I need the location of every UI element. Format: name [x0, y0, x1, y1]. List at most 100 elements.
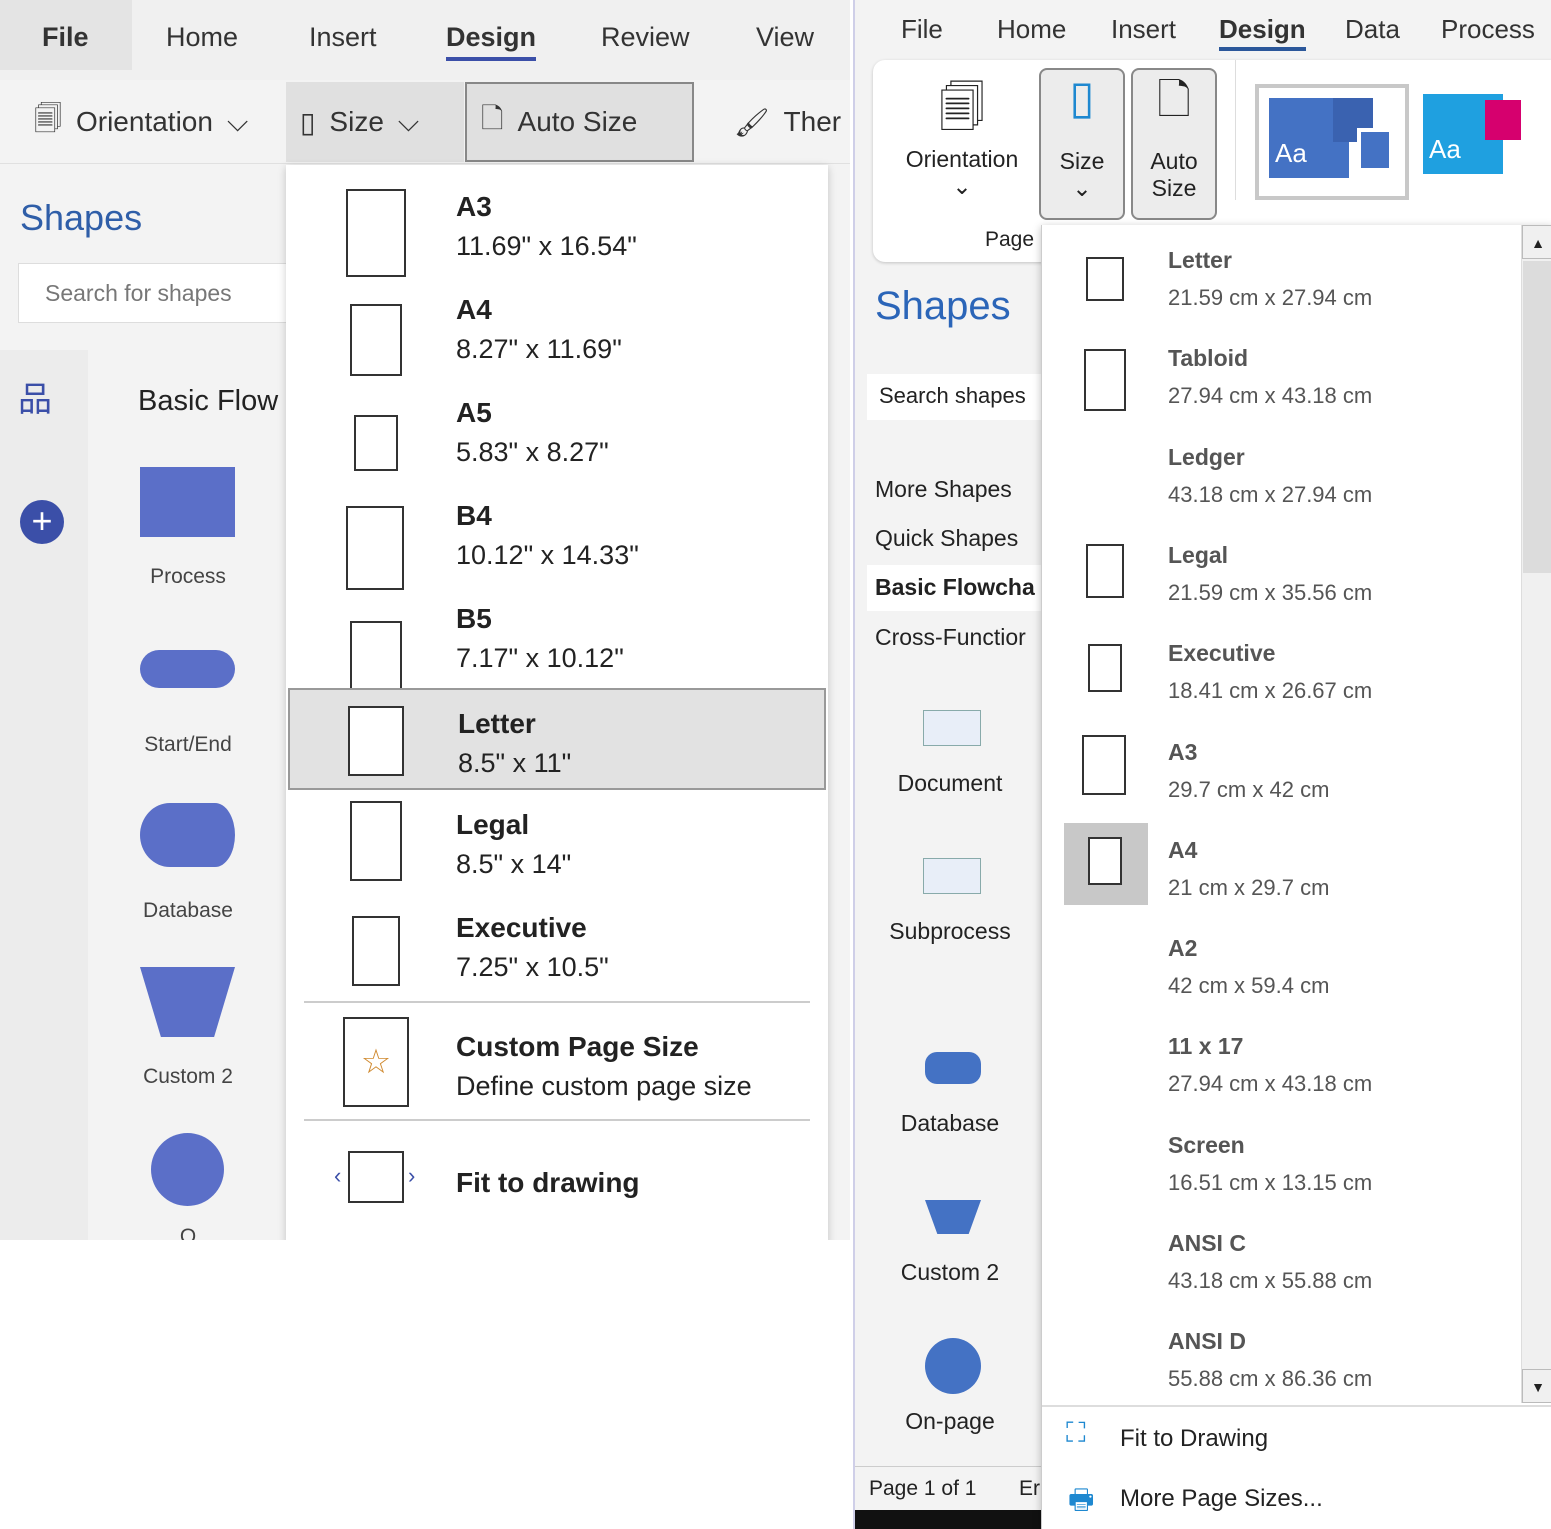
page-icon	[352, 916, 400, 986]
group-label: Page	[985, 228, 1035, 251]
auto-size-icon: 🗋	[481, 103, 504, 134]
database-shape[interactable]	[140, 803, 235, 867]
size-button[interactable]: ▯ Size ⌵	[286, 82, 464, 162]
tab-insert[interactable]: Insert	[1111, 14, 1176, 45]
nav-cross-functional[interactable]: Cross-Functior	[875, 624, 1026, 651]
scrollbar-thumb[interactable]	[1523, 261, 1551, 573]
size-item-11-x-17[interactable]: 11 x 17 27.94 cm x 43.18 cm	[1042, 1017, 1520, 1115]
process-shape[interactable]	[140, 467, 235, 537]
page-indicator[interactable]: Page 1 of 1	[869, 1477, 976, 1501]
chevron-down-icon: ⌵	[226, 105, 249, 137]
fit-to-drawing-icon	[348, 1151, 404, 1203]
size-button[interactable]: ▯ Size ⌄	[1039, 68, 1125, 220]
shape-label: Process	[150, 565, 226, 588]
search-input[interactable]: Search for shapes	[18, 263, 298, 323]
orientation-button[interactable]: 🗐 Orientation ⌄	[887, 74, 1037, 200]
tab-file[interactable]: File	[901, 14, 943, 45]
tab-home[interactable]: Home	[166, 22, 238, 53]
nav-quick-shapes[interactable]: Quick Shapes	[875, 525, 1018, 552]
document-shape[interactable]	[923, 710, 981, 746]
orientation-label: Orientation	[75, 106, 213, 137]
item-name: B5	[456, 603, 492, 634]
tab-home[interactable]: Home	[997, 14, 1066, 45]
page-icon	[350, 621, 402, 691]
language-indicator[interactable]: Er	[1019, 1477, 1040, 1501]
item-dims: 21.59 cm x 27.94 cm	[1168, 285, 1373, 310]
size-item-ansi-c[interactable]: ANSI C 43.18 cm x 55.88 cm	[1042, 1214, 1520, 1312]
more-page-sizes-item[interactable]: 🖶 More Page Sizes...	[1042, 1475, 1551, 1525]
themes-button[interactable]: 🖌 Ther	[720, 82, 850, 162]
org-chart-icon[interactable]: 品	[18, 372, 52, 421]
item-name: Executive	[456, 912, 587, 943]
auto-size-button[interactable]: 🗋 Auto Size	[1131, 68, 1217, 220]
scrollbar[interactable]: ▲ ▼	[1521, 225, 1551, 1403]
stencil-title: Basic Flow	[138, 385, 279, 417]
tab-design[interactable]: Design	[1219, 14, 1306, 51]
orientation-button[interactable]: 🗐 Orientation ⌵	[20, 82, 262, 162]
subprocess-shape[interactable]	[923, 858, 981, 894]
nav-basic-flowchart[interactable]: Basic Flowcha	[875, 574, 1035, 601]
item-name: Legal	[456, 809, 530, 840]
item-name: A2	[1168, 935, 1198, 962]
auto-size-label: Auto Size	[517, 106, 638, 137]
scroll-down-icon[interactable]: ▼	[1522, 1369, 1551, 1403]
custom-2-shape[interactable]	[140, 967, 235, 1037]
size-item-tabloid[interactable]: Tabloid 27.94 cm x 43.18 cm	[1042, 329, 1520, 427]
page-icon	[346, 189, 406, 277]
search-input[interactable]: Search shapes	[867, 374, 1047, 420]
item-dims: 10.12" x 14.33"	[456, 540, 639, 570]
size-item-a3[interactable]: A3 29.7 cm x 42 cm	[1042, 723, 1520, 821]
theme-office[interactable]: Aa	[1255, 84, 1409, 200]
tab-process[interactable]: Process	[1441, 14, 1535, 45]
item-dims: 7.25" x 10.5"	[456, 952, 609, 982]
item-dims: 43.18 cm x 27.94 cm	[1168, 481, 1373, 507]
size-item-a4[interactable]: A4 8.27" x 11.69"	[288, 276, 826, 378]
size-item-legal[interactable]: Legal 21.59 cm x 35.56 cm	[1042, 526, 1520, 624]
size-item-b5[interactable]: B5 7.17" x 10.12"	[288, 585, 826, 691]
item-dims: 8.5" x 11"	[458, 748, 572, 778]
menu-divider	[304, 1119, 810, 1121]
size-item-a3[interactable]: A3 11.69" x 16.54"	[288, 173, 826, 277]
item-name: A4	[456, 294, 492, 325]
tab-design[interactable]: Design	[446, 22, 537, 61]
size-item-ansi-d[interactable]: ANSI D 55.88 cm x 86.36 cm	[1042, 1312, 1520, 1410]
nav-more-shapes[interactable]: More Shapes	[875, 476, 1012, 503]
item-label: More Page Sizes...	[1120, 1485, 1323, 1512]
size-item-letter[interactable]: Letter 21.59 cm x 27.94 cm	[1042, 231, 1520, 329]
size-item-a5[interactable]: A5 5.83" x 8.27"	[288, 379, 826, 481]
database-shape[interactable]	[925, 1052, 981, 1084]
chevron-down-icon: ⌄	[1072, 175, 1092, 201]
item-name: Legal	[1168, 541, 1229, 568]
size-item-executive[interactable]: Executive 7.25" x 10.5"	[288, 894, 826, 996]
custom-page-size-item[interactable]: ☆ Custom Page Size Define custom page si…	[288, 1007, 826, 1117]
orientation-label: Orientation	[905, 146, 1019, 172]
size-item-letter[interactable]: Letter 8.5" x 11"	[288, 688, 826, 790]
item-dims: 8.5" x 14"	[456, 849, 572, 879]
auto-size-button[interactable]: 🗋 Auto Size	[465, 82, 694, 162]
shape-label: On-page	[905, 1408, 995, 1434]
custom-2-shape[interactable]	[925, 1200, 981, 1234]
tab-view[interactable]: View	[756, 22, 814, 53]
size-item-screen[interactable]: Screen 16.51 cm x 13.15 cm	[1042, 1116, 1520, 1214]
size-item-ledger[interactable]: Ledger 43.18 cm x 27.94 cm	[1042, 428, 1520, 526]
scroll-up-icon[interactable]: ▲	[1522, 225, 1551, 259]
on-page-shape[interactable]	[925, 1338, 981, 1394]
add-stencil-icon[interactable]: +	[20, 500, 64, 544]
size-item-a4[interactable]: A4 21 cm x 29.7 cm	[1042, 821, 1520, 919]
item-name: Executive	[1168, 640, 1276, 667]
size-item-b4[interactable]: B4 10.12" x 14.33"	[288, 482, 826, 590]
size-item-executive[interactable]: Executive 18.41 cm x 26.67 cm	[1042, 624, 1520, 722]
on-page-shape[interactable]	[151, 1133, 224, 1206]
fit-to-drawing-item[interactable]: ⛶ Fit to Drawing	[1042, 1415, 1551, 1465]
item-name: Fit to drawing	[456, 1167, 640, 1198]
size-item-legal[interactable]: Legal 8.5" x 14"	[288, 791, 826, 893]
tab-review[interactable]: Review	[601, 22, 690, 53]
start-end-shape[interactable]	[140, 650, 235, 688]
fit-to-drawing-item[interactable]: ‹ › Fit to drawing	[288, 1127, 826, 1237]
tab-data[interactable]: Data	[1345, 14, 1400, 45]
tab-insert[interactable]: Insert	[309, 22, 377, 53]
stencil-rail: 品 +	[0, 350, 88, 1240]
tab-file[interactable]: File	[42, 22, 89, 53]
item-name: Screen	[1168, 1131, 1245, 1158]
size-item-a2[interactable]: A2 42 cm x 59.4 cm	[1042, 919, 1520, 1017]
